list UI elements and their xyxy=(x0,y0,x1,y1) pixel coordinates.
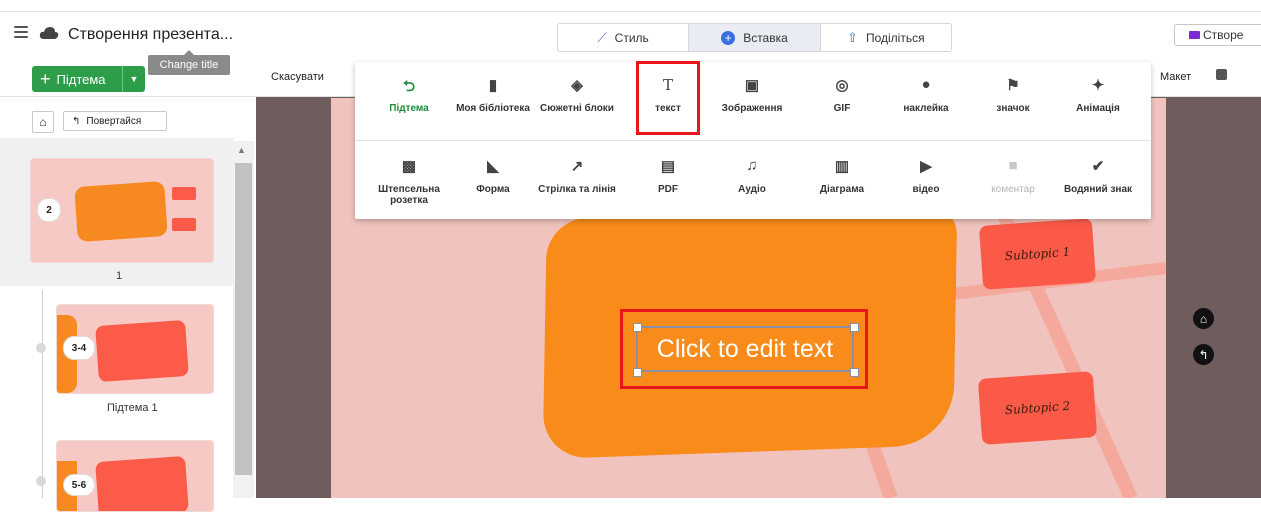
tab-style[interactable]: ⟋ Стиль xyxy=(558,24,690,51)
comment-icon: ■ xyxy=(1008,157,1018,174)
back-arrow-icon: ↰ xyxy=(72,115,81,127)
subtopic-icon: ⮌ xyxy=(402,78,415,95)
plus-circle-icon: + xyxy=(721,30,736,45)
back-button[interactable]: ↰ Повертайся xyxy=(63,111,167,131)
menu-item-subtopic[interactable]: ⮌ Підтема xyxy=(367,76,451,114)
slide-badge: 2 xyxy=(37,198,61,222)
home-icon: ⌂ xyxy=(39,115,47,129)
menu-item-chart[interactable]: ▥ Діаграма xyxy=(800,157,884,195)
layout-button[interactable]: Макет xyxy=(1160,71,1191,83)
shape-icon: ◣ xyxy=(487,158,499,175)
menu-item-animation[interactable]: ✦ Анімація xyxy=(1056,76,1140,114)
back-nav-button[interactable]: ↰ xyxy=(1193,344,1214,365)
watermark-icon: ✔ xyxy=(1091,158,1105,175)
presentation-title[interactable]: Створення презента... xyxy=(68,26,233,44)
arrow-icon: ↗ xyxy=(570,158,584,175)
flag-icon: ⚑ xyxy=(1006,77,1020,94)
create-video-button[interactable]: Створе xyxy=(1174,24,1261,46)
magic-wand-icon: ⟋ xyxy=(597,29,607,45)
menu-item-shape[interactable]: ◣ Форма xyxy=(451,157,535,195)
layers-icon: ◈ xyxy=(571,77,583,94)
add-subtopic-button[interactable]: + Підтема ▼ xyxy=(32,66,145,92)
menu-item-sticker[interactable]: ● наклейка xyxy=(884,76,968,114)
menu-item-video[interactable]: ▶ відео xyxy=(884,157,968,195)
share-icon: ⇧ xyxy=(847,29,858,45)
video-camera-icon xyxy=(1189,31,1200,39)
subtopic-2-shape[interactable]: Subtopic 2 xyxy=(977,371,1098,445)
highlight-frame-text-item xyxy=(636,61,700,135)
tree-node-dot xyxy=(36,476,46,486)
tree-node-dot xyxy=(36,343,46,353)
subtopic-1-shape[interactable]: Subtopic 1 xyxy=(978,218,1097,290)
menu-item-audio[interactable]: ♫ Аудіо xyxy=(710,157,794,195)
notes-icon[interactable] xyxy=(1216,69,1227,80)
menu-item-arrow-line[interactable]: ↗ Стрілка та лінія xyxy=(535,157,619,195)
sticker-icon: ● xyxy=(921,76,931,93)
tab-insert[interactable]: + Вставка xyxy=(689,24,821,51)
music-icon: ♫ xyxy=(746,157,758,174)
image-icon: ▣ xyxy=(744,77,760,94)
home-nav-button[interactable]: ⌂ xyxy=(1193,308,1214,329)
slide-label: 1 xyxy=(116,270,123,282)
scroll-up-icon[interactable]: ▲ xyxy=(237,145,246,155)
menu-item-story-blocks[interactable]: ◈ Сюжетні блоки xyxy=(535,76,619,114)
chart-icon: ▥ xyxy=(834,158,850,175)
menu-item-plugin[interactable]: ▩ Штепсельна розетка xyxy=(367,157,451,206)
video-icon: ▶ xyxy=(920,158,932,175)
gif-icon: ◎ xyxy=(835,77,849,94)
menu-item-library[interactable]: ▮ Моя бібліотека xyxy=(451,76,535,114)
slide-label: Підтема 1 xyxy=(107,402,158,414)
animation-icon: ✦ xyxy=(1091,77,1105,94)
cancel-button[interactable]: Скасувати xyxy=(271,71,324,83)
menu-item-pdf[interactable]: ▤ PDF xyxy=(626,157,710,195)
pdf-icon: ▤ xyxy=(660,158,676,175)
slide-badge: 5-6 xyxy=(63,474,95,496)
tab-share[interactable]: ⇧ Поділіться xyxy=(821,24,951,51)
cloud-icon xyxy=(39,26,59,45)
plus-icon: + xyxy=(40,69,51,89)
scrollbar-thumb[interactable] xyxy=(235,163,252,475)
highlight-frame-text-box xyxy=(620,309,868,389)
plug-icon: ▩ xyxy=(401,158,417,175)
menu-item-icon[interactable]: ⚑ значок xyxy=(971,76,1055,114)
menu-item-watermark[interactable]: ✔ Водяний знак xyxy=(1056,157,1140,195)
tree-line xyxy=(42,290,43,498)
menu-icon[interactable] xyxy=(14,26,28,40)
menu-divider xyxy=(355,140,1151,141)
main-tabs: ⟋ Стиль + Вставка ⇧ Поділіться xyxy=(557,23,952,52)
menu-item-image[interactable]: ▣ Зображення xyxy=(710,76,794,114)
chevron-down-icon[interactable]: ▼ xyxy=(122,66,145,92)
library-icon: ▮ xyxy=(488,77,498,94)
home-button[interactable]: ⌂ xyxy=(32,111,54,133)
menu-item-comment: ■ коментар xyxy=(971,157,1055,195)
slide-badge: 3-4 xyxy=(63,336,95,360)
menu-item-gif[interactable]: ◎ GIF xyxy=(800,76,884,114)
